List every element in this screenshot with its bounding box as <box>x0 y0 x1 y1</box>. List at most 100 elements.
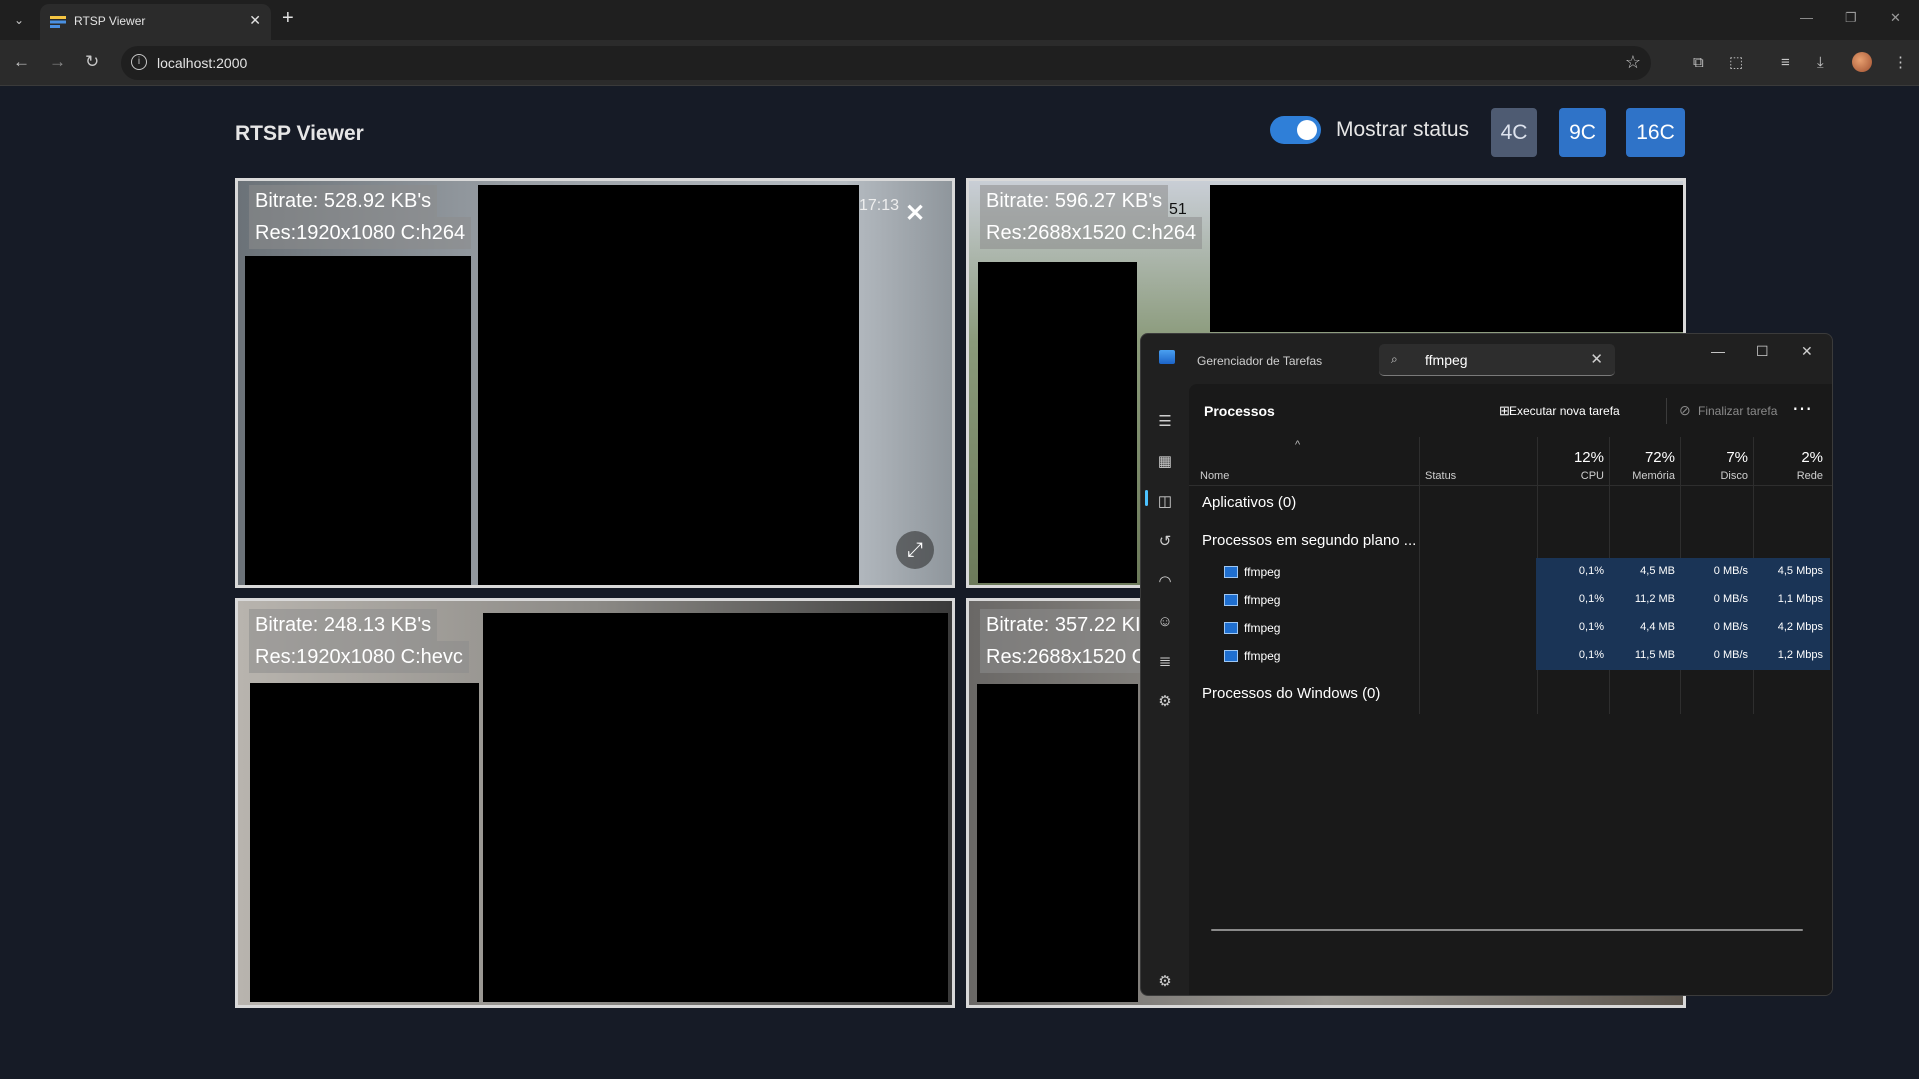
details-nav-icon[interactable]: ≣ <box>1153 650 1177 674</box>
processes-nav-icon[interactable]: ▦ <box>1153 450 1177 474</box>
camera-timestamp: 17:13 <box>859 197 900 214</box>
group-background-processes[interactable]: Processos em segundo plano ... <box>1202 532 1416 549</box>
process-disk: 0 MB/s <box>1713 565 1748 577</box>
settings-nav-icon[interactable]: ⚙ <box>1153 970 1177 994</box>
forward-icon[interactable]: → <box>49 52 66 72</box>
process-disk: 0 MB/s <box>1713 649 1748 661</box>
process-search-input[interactable]: ⌕ ffmpeg ✕ <box>1379 344 1615 376</box>
process-cpu: 0,1% <box>1578 649 1604 661</box>
address-url[interactable]: localhost:2000 <box>157 55 247 71</box>
back-icon[interactable]: ← <box>13 52 30 72</box>
clear-search-icon[interactable]: ✕ <box>1590 350 1603 368</box>
ffmpeg-app-icon <box>1224 594 1238 606</box>
memory-total-pct[interactable]: 72% <box>1613 449 1675 466</box>
process-cpu: 0,1% <box>1578 565 1604 577</box>
redacted-area <box>483 613 948 1002</box>
search-value[interactable]: ffmpeg <box>1425 352 1468 368</box>
column-status-header[interactable]: Status <box>1425 470 1456 482</box>
run-new-task-button[interactable]: Executar nova tarefa <box>1509 404 1620 418</box>
grid-9c-button[interactable]: 9C <box>1559 108 1606 157</box>
browser-menu-icon[interactable]: ⋮ <box>1893 53 1908 73</box>
process-memory: 4,5 MB <box>1640 565 1675 577</box>
camera-bitrate: Bitrate: 248.13 KB's <box>249 609 438 641</box>
translate-icon[interactable]: ⧉ <box>1693 53 1704 73</box>
header-divider <box>1189 485 1832 486</box>
column-network-header[interactable]: Rede <box>1757 470 1823 482</box>
users-nav-icon[interactable]: ☺ <box>1153 610 1177 634</box>
camera-bitrate: Bitrate: 357.22 KI <box>980 609 1147 641</box>
process-network: 4,5 Mbps <box>1777 565 1823 577</box>
process-row[interactable]: ffmpeg 0,1% 11,5 MB 0 MB/s 1,2 Mbps <box>1189 642 1832 670</box>
column-memory-header[interactable]: Memória <box>1613 470 1675 482</box>
camera-bitrate: Bitrate: 596.27 KB's <box>980 185 1169 217</box>
hamburger-menu-icon[interactable]: ☰ <box>1153 410 1177 434</box>
process-row[interactable]: ffmpeg 0,1% 11,2 MB 0 MB/s 1,1 Mbps <box>1189 586 1832 614</box>
horizontal-scrollbar[interactable] <box>1211 929 1803 931</box>
services-nav-icon[interactable]: ⚙ <box>1153 690 1177 714</box>
new-tab-button[interactable]: + <box>282 8 294 28</box>
tab-title: RTSP Viewer <box>74 14 146 28</box>
extensions-icon[interactable]: ⬚ <box>1729 53 1743 73</box>
performance-nav-icon[interactable]: ◫ <box>1153 490 1177 514</box>
site-info-icon[interactable]: i <box>131 54 147 70</box>
task-manager-app-icon <box>1159 350 1175 364</box>
process-memory: 4,4 MB <box>1640 621 1675 633</box>
browser-tab[interactable]: RTSP Viewer ✕ <box>40 4 271 40</box>
close-window-icon[interactable]: ✕ <box>1890 10 1901 26</box>
redacted-area <box>245 256 471 585</box>
reload-icon[interactable]: ↻ <box>85 52 99 72</box>
show-status-toggle[interactable] <box>1270 116 1321 144</box>
process-network: 4,2 Mbps <box>1777 621 1823 633</box>
browser-toolbar: ← → ↻ i localhost:2000 ☆ ⧉ ⬚ ≡ ⤓ ⋮ <box>0 40 1919 86</box>
camera-resolution: Res:2688x1520 C <box>980 641 1153 673</box>
column-disk-header[interactable]: Disco <box>1684 470 1748 482</box>
tab-close-icon[interactable]: ✕ <box>249 12 261 29</box>
restore-window-icon[interactable]: ❐ <box>1845 10 1857 26</box>
ffmpeg-app-icon <box>1224 622 1238 634</box>
cpu-total-pct[interactable]: 12% <box>1541 449 1604 466</box>
camera-timestamp: 51 <box>1169 201 1187 218</box>
disk-total-pct[interactable]: 7% <box>1684 449 1748 466</box>
tm-close-icon[interactable]: ✕ <box>1801 343 1813 360</box>
startup-apps-nav-icon[interactable]: ◠ <box>1153 570 1177 594</box>
end-task-button[interactable]: Finalizar tarefa <box>1698 404 1777 418</box>
process-row[interactable]: ffmpeg 0,1% 4,5 MB 0 MB/s 4,5 Mbps <box>1189 558 1832 586</box>
process-name: ffmpeg <box>1244 621 1281 635</box>
expand-icon[interactable]: ⤢ <box>896 531 934 569</box>
column-name-header[interactable]: Nome <box>1200 470 1229 482</box>
downloads-icon[interactable]: ⤓ <box>1817 53 1824 73</box>
process-row[interactable]: ffmpeg 0,1% 4,4 MB 0 MB/s 4,2 Mbps <box>1189 614 1832 642</box>
camera-tile-1[interactable]: Bitrate: 528.92 KB's Res:1920x1080 C:h26… <box>235 178 955 588</box>
task-manager-window[interactable]: Gerenciador de Tarefas ⌕ ffmpeg ✕ — ☐ ✕ … <box>1140 333 1833 996</box>
end-task-icon: ⊘ <box>1679 402 1691 418</box>
task-manager-titlebar[interactable]: Gerenciador de Tarefas ⌕ ffmpeg ✕ — ☐ ✕ <box>1141 334 1832 384</box>
browser-tabstrip: ⌄ RTSP Viewer ✕ + — ❐ ✕ <box>0 0 1919 40</box>
profile-avatar[interactable] <box>1852 52 1872 72</box>
sort-caret-icon: ^ <box>1295 439 1301 451</box>
grid-16c-button[interactable]: 16C <box>1626 108 1685 157</box>
group-apps[interactable]: Aplicativos (0) <box>1202 494 1296 511</box>
tm-maximize-icon[interactable]: ☐ <box>1756 343 1769 360</box>
process-name: ffmpeg <box>1244 565 1281 579</box>
column-cpu-header[interactable]: CPU <box>1541 470 1604 482</box>
processes-heading: Processos <box>1204 403 1275 419</box>
app-history-nav-icon[interactable]: ↺ <box>1153 530 1177 554</box>
redacted-area <box>250 683 479 1002</box>
process-memory: 11,5 MB <box>1634 649 1675 661</box>
bookmark-star-icon[interactable]: ☆ <box>1625 52 1641 73</box>
camera-tile-3[interactable]: Bitrate: 248.13 KB's Res:1920x1080 C:hev… <box>235 598 955 1008</box>
media-controls-icon[interactable]: ≡ <box>1781 53 1790 73</box>
redacted-area <box>1210 185 1683 332</box>
tab-search-button[interactable]: ⌄ <box>8 10 30 30</box>
close-camera-icon[interactable]: ✕ <box>905 199 925 228</box>
minimize-window-icon[interactable]: — <box>1800 10 1813 25</box>
address-bar[interactable]: i localhost:2000 ☆ <box>121 46 1651 80</box>
grid-4c-button[interactable]: 4C <box>1491 108 1537 157</box>
group-windows-processes[interactable]: Processos do Windows (0) <box>1202 685 1380 702</box>
ffmpeg-app-icon <box>1224 566 1238 578</box>
network-total-pct[interactable]: 2% <box>1757 449 1823 466</box>
process-network: 1,2 Mbps <box>1777 649 1823 661</box>
more-options-icon[interactable]: ⋯ <box>1792 396 1812 421</box>
process-network: 1,1 Mbps <box>1777 593 1823 605</box>
tm-minimize-icon[interactable]: — <box>1711 343 1725 359</box>
